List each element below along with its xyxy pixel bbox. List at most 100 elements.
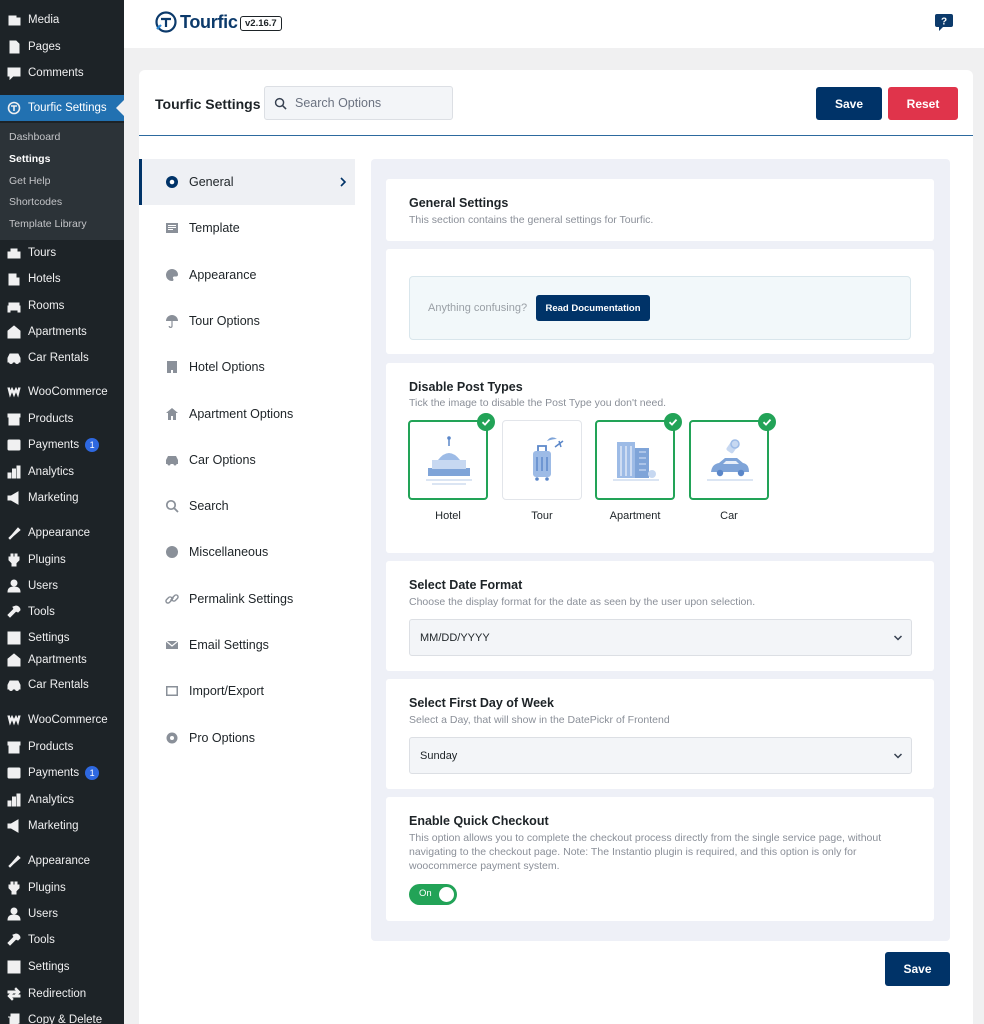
wp-menu-label: Rooms bbox=[28, 300, 65, 312]
nav-item-template[interactable]: Template bbox=[139, 205, 355, 251]
wp-menu-label: Analytics bbox=[28, 794, 75, 806]
wp-menu-payments[interactable]: Payments 1 bbox=[0, 760, 124, 786]
wp-menu-label: Hotels bbox=[28, 273, 61, 285]
nav-item-label: Tour Options bbox=[189, 313, 260, 328]
tours-icon bbox=[6, 245, 22, 261]
wp-menu-appearance[interactable]: Appearance bbox=[0, 520, 124, 546]
wp-menu-rooms[interactable]: Rooms bbox=[0, 293, 124, 319]
nav-item-permalink-settings[interactable]: Permalink Settings bbox=[139, 576, 355, 622]
section-title: Select Date Format bbox=[409, 578, 523, 592]
wp-menu-label: Pages bbox=[28, 41, 61, 53]
nav-item-label: Apartment Options bbox=[189, 406, 294, 421]
nav-item-miscellaneous[interactable]: Miscellaneous bbox=[139, 529, 355, 575]
wp-menu-media[interactable]: Media bbox=[0, 7, 124, 33]
search-box[interactable] bbox=[264, 86, 453, 120]
wp-menu-tools[interactable]: Tools bbox=[0, 927, 124, 953]
tools-icon bbox=[6, 604, 22, 620]
wp-menu-plugins[interactable]: Plugins bbox=[0, 875, 124, 901]
post-type-apartment[interactable] bbox=[595, 413, 682, 500]
nav-item-hotel-options[interactable]: Hotel Options bbox=[139, 344, 355, 390]
wp-menu-label: Settings bbox=[28, 632, 70, 644]
submenu-shortcodes[interactable]: Shortcodes bbox=[9, 196, 62, 208]
wp-menu-label: Media bbox=[28, 14, 60, 26]
save-button-bottom[interactable]: Save bbox=[885, 952, 950, 986]
submenu-template-library[interactable]: Template Library bbox=[9, 218, 87, 230]
nav-item-email-settings[interactable]: Email Settings bbox=[139, 622, 355, 668]
nav-item-search[interactable]: Search bbox=[139, 483, 355, 529]
save-button[interactable]: Save bbox=[816, 87, 882, 120]
wp-menu-label: Payments bbox=[28, 439, 80, 451]
svg-text:?: ? bbox=[941, 17, 947, 28]
plugins-icon bbox=[6, 552, 22, 568]
wp-menu-car-rentals[interactable]: Car Rentals bbox=[0, 345, 124, 371]
nav-item-general[interactable]: General bbox=[139, 159, 355, 205]
wp-menu-products[interactable]: Products bbox=[0, 734, 124, 760]
wp-menu-marketing[interactable]: Marketing bbox=[0, 485, 124, 511]
section-title: General Settings bbox=[409, 196, 509, 210]
search-input[interactable] bbox=[295, 96, 445, 110]
wp-menu-products[interactable]: Products bbox=[0, 406, 124, 432]
help-icon[interactable]: ? bbox=[934, 12, 954, 32]
wp-menu-tourfic-settings[interactable]: Tourfic Settings bbox=[0, 95, 124, 121]
read-documentation-button[interactable]: Read Documentation bbox=[536, 295, 650, 321]
date-format-select[interactable]: MM/DD/YYYY bbox=[409, 619, 912, 656]
submenu-get-help[interactable]: Get Help bbox=[9, 175, 50, 187]
post-type-car[interactable] bbox=[689, 413, 776, 500]
wp-menu-analytics[interactable]: Analytics bbox=[0, 787, 124, 813]
first-day-select[interactable]: Sunday bbox=[409, 737, 912, 774]
wp-menu-appearance[interactable]: Appearance bbox=[0, 848, 124, 874]
wp-menu-hotels[interactable]: Hotels bbox=[0, 266, 124, 292]
wp-menu-tools[interactable]: Tools bbox=[0, 599, 124, 625]
post-type-hotel[interactable] bbox=[408, 413, 495, 500]
wp-menu-analytics[interactable]: Analytics bbox=[0, 459, 124, 485]
wp-menu-tours[interactable]: Tours bbox=[0, 240, 124, 266]
pages-icon bbox=[6, 39, 22, 55]
wp-menu-woocommerce[interactable]: WooCommerce bbox=[0, 707, 124, 733]
nav-item-car-options[interactable]: Car Options bbox=[139, 437, 355, 483]
wp-menu-settings[interactable]: Settings bbox=[0, 954, 124, 980]
nav-item-tour-options[interactable]: Tour Options bbox=[139, 298, 355, 344]
wp-menu-users[interactable]: Users bbox=[0, 901, 124, 927]
settings-header: Tourfic Settings Save Reset bbox=[139, 70, 973, 136]
wp-menu-users[interactable]: Users bbox=[0, 573, 124, 599]
nav-item-pro-options[interactable]: Pro Options bbox=[139, 715, 355, 761]
submenu-settings[interactable]: Settings bbox=[9, 153, 50, 165]
wp-menu-marketing[interactable]: Marketing bbox=[0, 813, 124, 839]
wp-menu-apartments[interactable]: Apartments bbox=[0, 319, 124, 345]
redirection-icon bbox=[6, 986, 22, 1002]
wp-menu-woocommerce[interactable]: WooCommerce bbox=[0, 379, 124, 405]
submenu-dashboard[interactable]: Dashboard bbox=[9, 131, 60, 143]
checkmark-icon bbox=[664, 413, 682, 431]
wp-menu-pages[interactable]: Pages bbox=[0, 34, 124, 60]
select-value: MM/DD/YYYY bbox=[420, 631, 490, 644]
wp-menu-apartments[interactable]: Apartments bbox=[0, 647, 124, 673]
car-icon bbox=[6, 677, 22, 693]
nav-item-apartment-options[interactable]: Apartment Options bbox=[139, 391, 355, 437]
wp-menu-label: Marketing bbox=[28, 492, 79, 504]
wp-menu-comments[interactable]: Comments bbox=[0, 60, 124, 86]
post-type-label: Hotel bbox=[435, 510, 461, 522]
wp-menu-label: Apartments bbox=[28, 654, 87, 666]
post-type-tour[interactable] bbox=[502, 420, 582, 500]
wp-menu-car-rentals[interactable]: Car Rentals bbox=[0, 672, 124, 698]
settings-icon bbox=[6, 959, 22, 975]
nav-item-import-export[interactable]: Import/Export bbox=[139, 668, 355, 714]
post-type-label: Tour bbox=[531, 510, 553, 522]
wp-menu-label: Tools bbox=[28, 934, 55, 946]
apartments-icon bbox=[6, 324, 22, 340]
section-first-day: Select First Day of Week Select a Day, t… bbox=[386, 679, 934, 789]
wp-menu-label: Car Rentals bbox=[28, 352, 89, 364]
wp-menu-redirection[interactable]: Redirection bbox=[0, 981, 124, 1007]
wp-menu-plugins[interactable]: Plugins bbox=[0, 547, 124, 573]
cog-icon bbox=[165, 731, 179, 745]
reset-button[interactable]: Reset bbox=[888, 87, 958, 120]
section-description: Choose the display format for the date a… bbox=[409, 596, 756, 608]
appearance-icon bbox=[6, 525, 22, 541]
plugin-topbar: Tourfic v2.16.7 ? bbox=[124, 0, 984, 48]
wp-menu-label: Tools bbox=[28, 606, 55, 618]
wp-menu-payments[interactable]: Payments 1 bbox=[0, 432, 124, 458]
nav-item-appearance[interactable]: Appearance bbox=[139, 252, 355, 298]
plugins-icon bbox=[6, 880, 22, 896]
quick-checkout-toggle[interactable]: On bbox=[409, 884, 457, 905]
wp-menu-copy-delete[interactable]: Copy & Delete bbox=[0, 1007, 124, 1024]
